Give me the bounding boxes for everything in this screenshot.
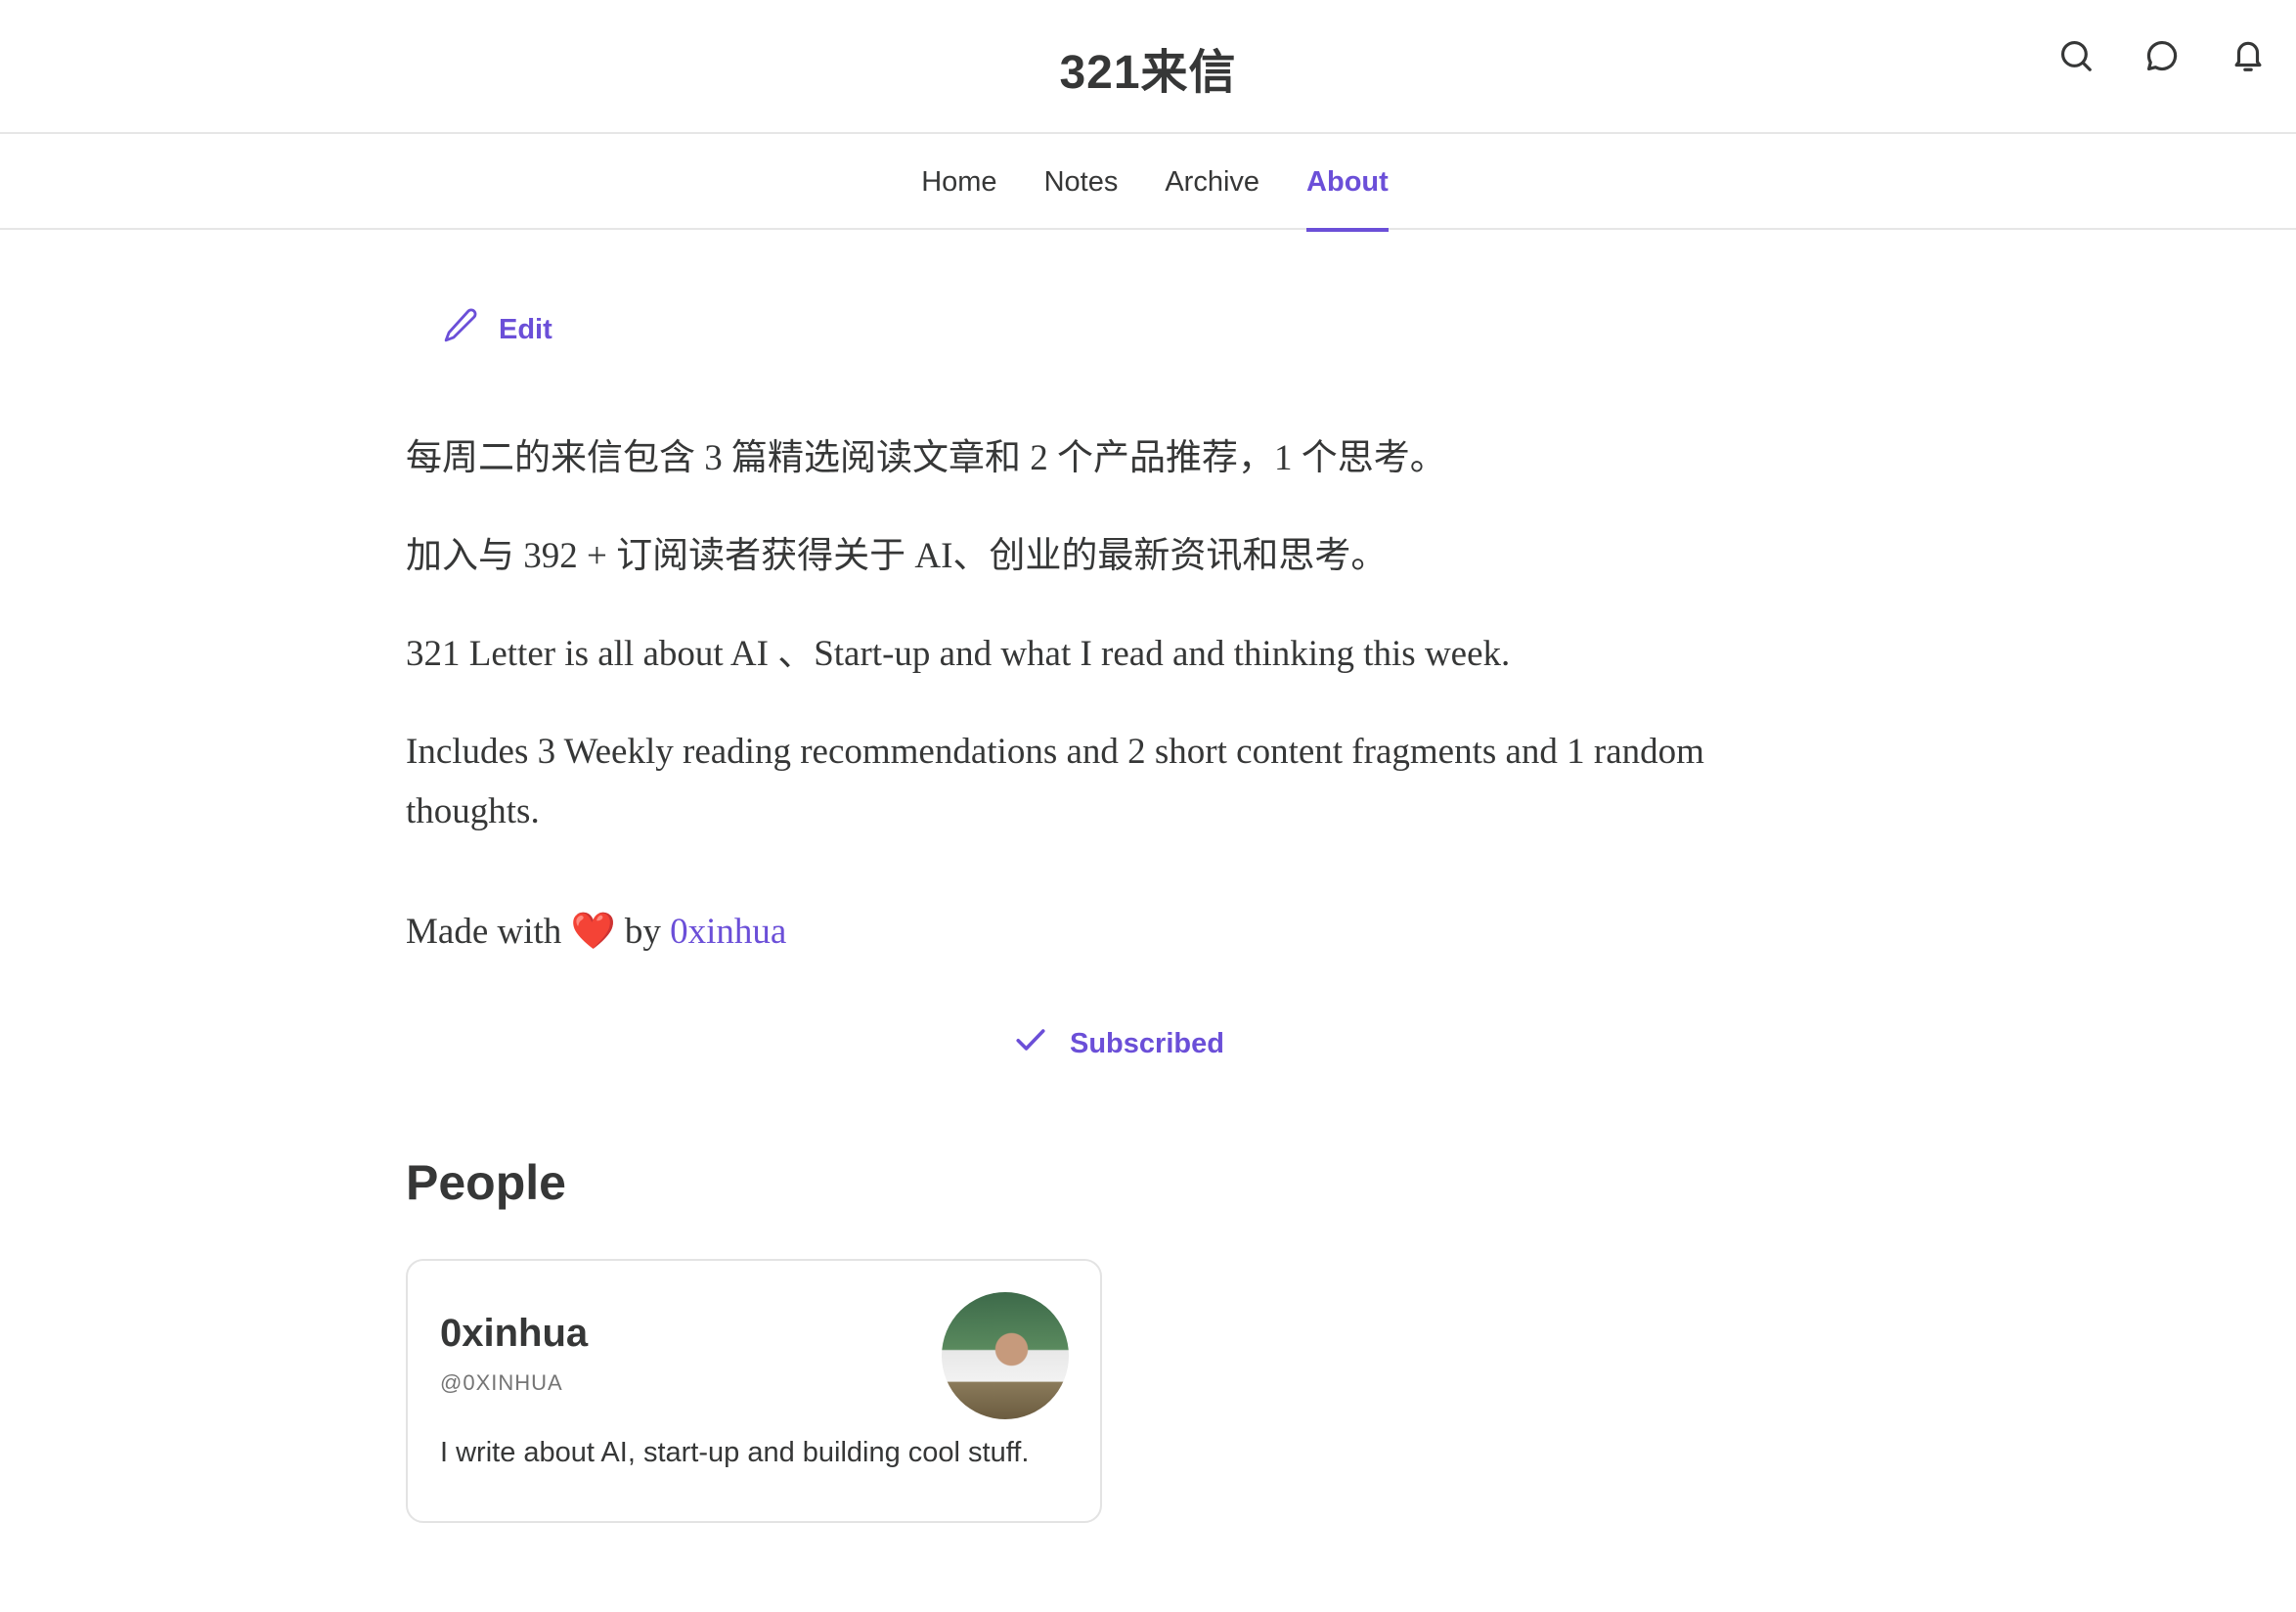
edit-label: Edit — [499, 313, 552, 345]
person-bio: I write about AI, start-up and building … — [440, 1437, 1030, 1468]
site-title[interactable]: 321来信 — [0, 33, 2296, 102]
made-with-line: Made with ❤️ by 0xinhua — [406, 902, 1775, 962]
subscribed-label: Subscribed — [1070, 1027, 1224, 1059]
tab-about[interactable]: About — [1306, 134, 1389, 232]
about-content: 每周二的来信包含 3 篇精选阅读文章和 2 个产品推荐，1 个思考。 加入与 3… — [406, 428, 1775, 1000]
chat-bubble-icon[interactable] — [2143, 37, 2181, 74]
heart-icon: ❤️ — [570, 912, 616, 952]
person-handle: @0XINHUA — [440, 1370, 563, 1395]
about-paragraph-3: 321 Letter is all about AI 、Start-up and… — [406, 634, 1511, 674]
about-paragraph-1: 每周二的来信包含 3 篇精选阅读文章和 2 个产品推荐，1 个思考。 — [406, 438, 1446, 478]
nav-bar: Home Notes Archive About — [0, 134, 2296, 232]
pencil-icon — [440, 305, 481, 354]
nav-tabs: Home Notes Archive About — [0, 134, 2296, 232]
avatar[interactable] — [942, 1292, 1069, 1419]
tab-notes[interactable]: Notes — [1044, 134, 1119, 230]
checkmark-icon — [1013, 1022, 1048, 1065]
site-header: 321来信 — [0, 0, 2296, 134]
person-card[interactable]: 0xinhua @0XINHUA I write about AI, start… — [406, 1259, 1102, 1523]
bell-icon[interactable] — [2230, 37, 2267, 74]
search-icon[interactable] — [2057, 37, 2095, 74]
author-link[interactable]: 0xinhua — [670, 912, 786, 952]
made-with-prefix: Made with — [406, 912, 571, 952]
about-paragraph-4: Includes 3 Weekly reading recommendation… — [406, 732, 1704, 831]
edit-button[interactable]: Edit — [440, 305, 552, 354]
made-with-by: by — [615, 912, 671, 952]
people-heading: People — [406, 1155, 566, 1210]
tab-archive[interactable]: Archive — [1165, 134, 1259, 230]
header-actions — [2057, 37, 2267, 74]
about-paragraph-2: 加入与 392 + 订阅读者获得关于 AI、创业的最新资讯和思考。 — [406, 536, 1388, 576]
person-name: 0xinhua — [440, 1312, 589, 1355]
tab-home[interactable]: Home — [921, 134, 996, 230]
subscribed-button[interactable]: Subscribed — [1013, 1022, 1224, 1065]
